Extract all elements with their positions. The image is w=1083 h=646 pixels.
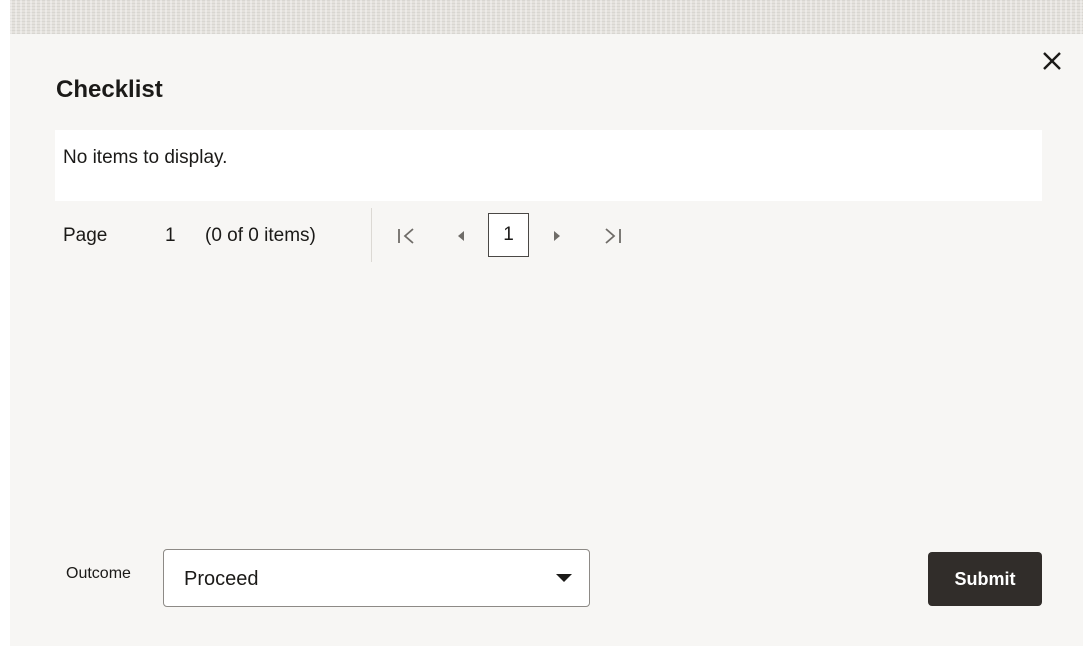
background-pattern-strip: [10, 0, 1083, 34]
last-page-icon: [605, 228, 621, 244]
previous-page-icon: [458, 231, 464, 241]
next-page-icon: [554, 231, 560, 241]
dialog-title: Checklist: [56, 76, 163, 103]
page-1-button[interactable]: 1: [488, 213, 529, 257]
pagination-divider: [371, 208, 372, 262]
outcome-label: Outcome: [66, 565, 131, 582]
first-page-icon: [398, 228, 414, 244]
dropdown-caret-icon: [556, 574, 572, 582]
next-page-button[interactable]: [545, 222, 569, 250]
checklist-table: No items to display.: [55, 130, 1042, 201]
empty-message: No items to display.: [63, 147, 228, 168]
outcome-selected-value: Proceed: [184, 568, 259, 590]
close-button[interactable]: [1039, 48, 1065, 74]
first-page-button[interactable]: [395, 222, 419, 250]
outcome-select[interactable]: Proceed: [163, 549, 590, 607]
submit-button[interactable]: Submit: [928, 552, 1042, 606]
last-page-button[interactable]: [600, 222, 624, 250]
items-summary: (0 of 0 items): [205, 225, 316, 246]
pagination-bar: Page 1 (0 of 0 items) 1: [55, 208, 755, 262]
current-page-number: 1: [165, 225, 176, 246]
page-label: Page: [63, 225, 108, 246]
previous-page-button[interactable]: [449, 222, 473, 250]
checklist-dialog: Checklist No items to display. Page 1 (0…: [10, 34, 1083, 646]
close-icon: [1043, 52, 1061, 70]
